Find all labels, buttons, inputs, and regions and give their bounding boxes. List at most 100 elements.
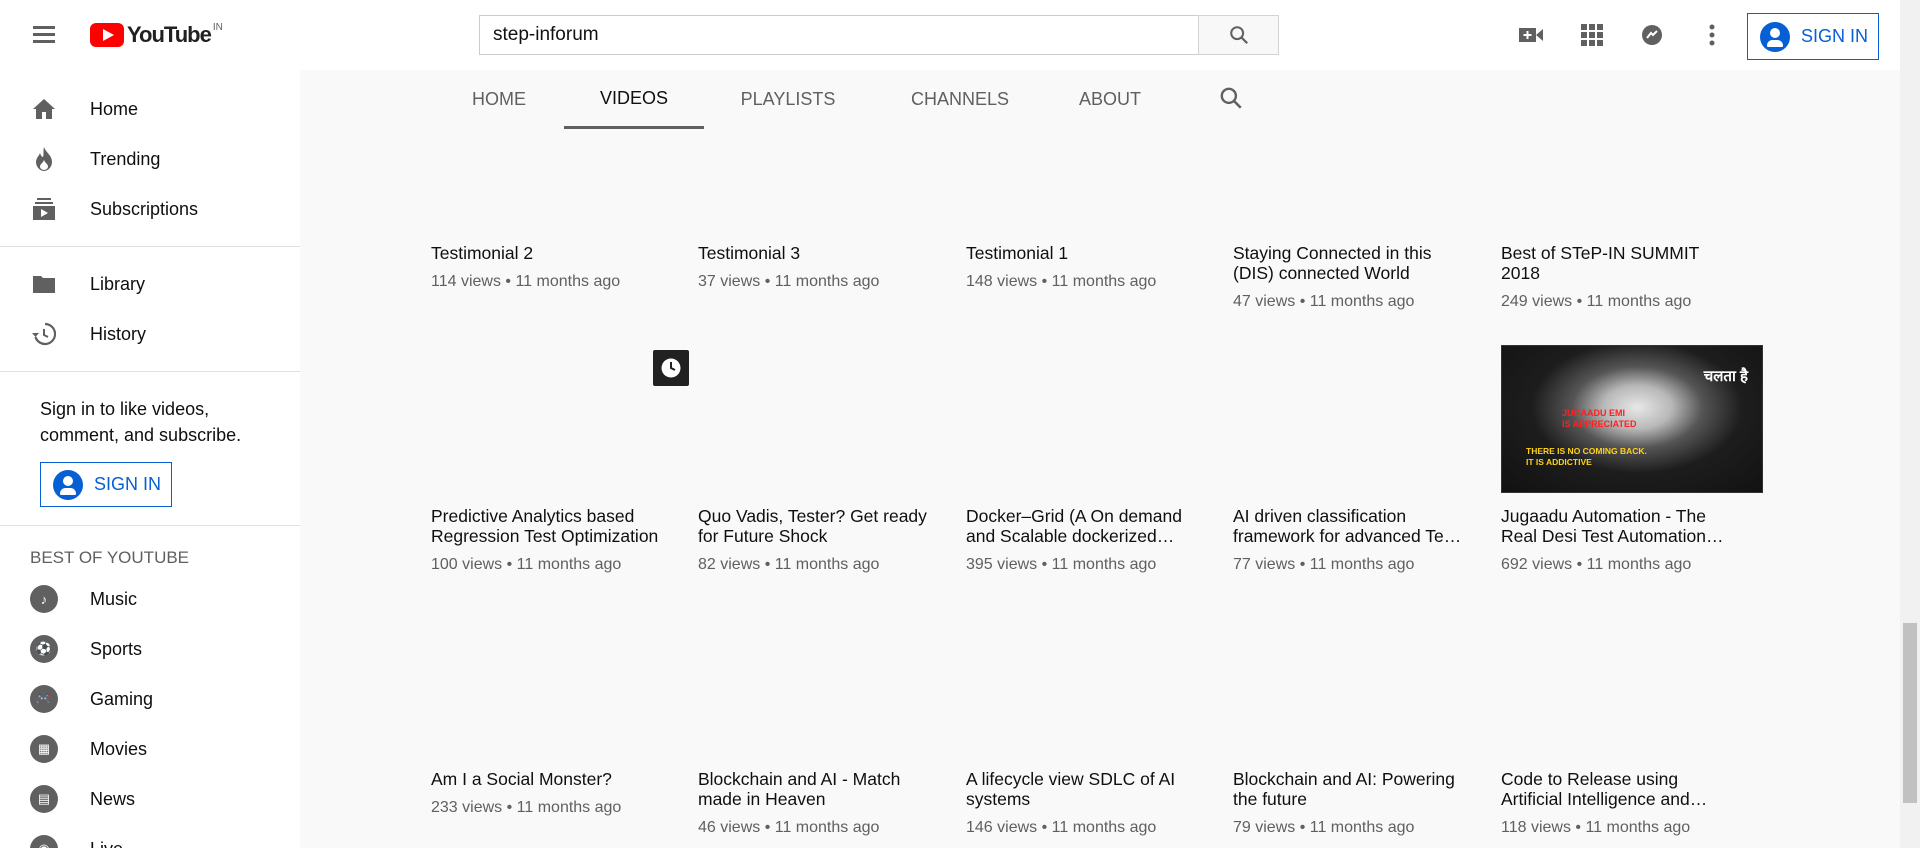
apps-button[interactable] [1574,17,1610,53]
signin-button[interactable]: SIGN IN [1747,13,1879,60]
video-camera-icon [1519,28,1543,42]
tab-about[interactable]: ABOUT [1070,70,1150,129]
view-count: 46 views [698,819,761,836]
search-icon [1229,26,1248,45]
video-title[interactable]: A lifecycle view SDLC of AI systems [966,769,1200,809]
meta-separator: • [760,273,775,290]
trending-icon [36,147,52,171]
video-card[interactable]: Staying Connected in this (DIS) connecte… [1233,243,1467,311]
upload-age: 11 months ago [516,556,622,573]
sidebar-item-sports[interactable]: ⚽ Sports [0,624,300,674]
upload-age: 11 months ago [774,273,880,290]
gaming-icon: 🎮 [30,685,58,713]
video-card[interactable]: Am I a Social Monster? 233 views • 11 mon… [431,769,665,817]
logo-region: IN [212,21,223,33]
channel-search-button[interactable] [1218,85,1248,115]
video-card[interactable]: Docker–Grid (A On demand and Scalable do… [966,506,1200,574]
video-card[interactable]: Quo Vadis, Tester? Get ready for Future … [698,506,932,574]
menu-icon[interactable] [26,22,62,48]
video-meta: 692 views • 11 months ago [1501,556,1735,574]
meta-separator: • [1295,556,1310,573]
video-title[interactable]: Testimonial 3 [698,243,932,263]
video-card[interactable]: AI driven classification framework for a… [1233,506,1467,574]
view-count: 146 views [966,819,1038,836]
video-card[interactable]: Blockchain and AI - Match made in Heaven… [698,769,932,837]
search-button[interactable] [1198,15,1279,55]
view-count: 77 views [1233,556,1296,573]
video-title[interactable]: Docker–Grid (A On demand and Scalable do… [966,506,1200,546]
sidebar-item-label: Music [90,588,138,609]
signin-label: SIGN IN [1801,26,1869,46]
video-title[interactable]: Testimonial 2 [431,243,665,263]
sidebar-item-library[interactable]: Library [0,259,300,309]
meta-separator: • [1295,819,1310,836]
view-count: 47 views [1233,293,1296,310]
sidebar-item-label: Sports [90,638,143,659]
video-title[interactable]: Jugaadu Automation - The Real Desi Test … [1501,506,1735,546]
settings-menu-button[interactable] [1694,17,1730,53]
video-card[interactable]: Jugaadu Automation - The Real Desi Test … [1501,506,1735,574]
meta-separator: • [1572,556,1587,573]
meta-separator: • [760,819,775,836]
video-card[interactable]: Blockchain and AI: Powering the future 79… [1233,769,1467,837]
video-title[interactable]: Quo Vadis, Tester? Get ready for Future … [698,506,932,546]
thumbnail-hindi-text: चलता है [1703,368,1748,385]
video-title[interactable]: Best of STeP-IN SUMMIT 2018 [1501,243,1735,283]
upload-age: 11 months ago [1051,819,1157,836]
sidebar-item-music[interactable]: ♪ Music [0,574,300,624]
search-bar [479,15,1279,55]
news-icon: ▤ [30,785,58,813]
video-title[interactable]: AI driven classification framework for a… [1233,506,1467,546]
video-card[interactable]: A lifecycle view SDLC of AI systems 146 v… [966,769,1200,837]
tab-channels[interactable]: CHANNELS [890,70,1030,129]
video-title[interactable]: Am I a Social Monster? [431,769,665,789]
section-title: BEST OF YOUTUBE [30,548,190,567]
sidebar-signin-button[interactable]: SIGN IN [40,462,172,507]
view-count: 82 views [698,556,761,573]
sidebar-item-history[interactable]: History [0,309,300,359]
tab-home[interactable]: HOME [440,70,558,129]
sidebar-item-live[interactable]: ◉ Live [0,824,300,848]
scrollbar-thumb[interactable] [1903,623,1917,803]
sidebar-item-trending[interactable]: Trending [0,134,300,184]
video-title[interactable]: Testimonial 1 [966,243,1200,263]
video-meta: 47 views • 11 months ago [1233,293,1467,311]
video-title[interactable]: Staying Connected in this (DIS) connecte… [1233,243,1467,283]
video-meta: 46 views • 11 months ago [698,819,932,837]
video-card[interactable]: Testimonial 3 37 views • 11 months ago [698,243,932,291]
share-chat-icon [1642,25,1662,45]
video-card[interactable]: Testimonial 1 148 views • 11 months ago [966,243,1200,291]
sidebar-item-home[interactable]: Home [0,84,300,134]
video-thumbnail[interactable]: चलता है JUGAADU EMI IS APPRECIATED THERE… [1501,345,1763,493]
sidebar-item-subscriptions[interactable]: Subscriptions [0,184,300,234]
search-input[interactable] [479,15,1198,55]
video-meta: 148 views • 11 months ago [966,273,1200,291]
tab-videos[interactable]: VIDEOS [564,70,704,129]
subscriptions-icon [33,198,55,220]
upload-age: 11 months ago [515,273,621,290]
create-video-button[interactable] [1513,17,1549,53]
video-title[interactable]: Blockchain and AI: Powering the future [1233,769,1467,809]
video-card[interactable]: Predictive Analytics based Regression Te… [431,506,665,574]
thumbnail-red-text: JUGAADU EMI IS APPRECIATED [1562,408,1637,429]
upload-age: 11 months ago [1051,273,1157,290]
youtube-logo[interactable]: YouTube IN [90,22,223,48]
sidebar-item-label: Home [90,98,139,119]
tab-playlists[interactable]: PLAYLISTS [718,70,858,129]
video-title[interactable]: Code to Release using Artificial Intelli… [1501,769,1735,809]
video-card[interactable]: Best of STeP-IN SUMMIT 2018 249 views • 1… [1501,243,1735,311]
thumbnail-yellow-text: THERE IS NO COMING BACK. IT IS ADDICTIVE [1526,446,1647,467]
video-card[interactable]: Testimonial 2 114 views • 11 months ago [431,243,665,291]
meta-separator: • [1037,273,1052,290]
sidebar-item-news[interactable]: ▤ News [0,774,300,824]
sidebar-item-movies[interactable]: ▦ Movies [0,724,300,774]
music-icon: ♪ [30,585,58,613]
video-card[interactable]: Code to Release using Artificial Intelli… [1501,769,1735,837]
video-title[interactable]: Predictive Analytics based Regression Te… [431,506,665,546]
messages-button[interactable] [1634,17,1670,53]
search-icon [1220,87,1242,109]
video-title[interactable]: Blockchain and AI - Match made in Heaven [698,769,932,809]
watch-later-button[interactable] [653,350,689,386]
sidebar-item-gaming[interactable]: 🎮 Gaming [0,674,300,724]
meta-separator: • [1037,556,1052,573]
